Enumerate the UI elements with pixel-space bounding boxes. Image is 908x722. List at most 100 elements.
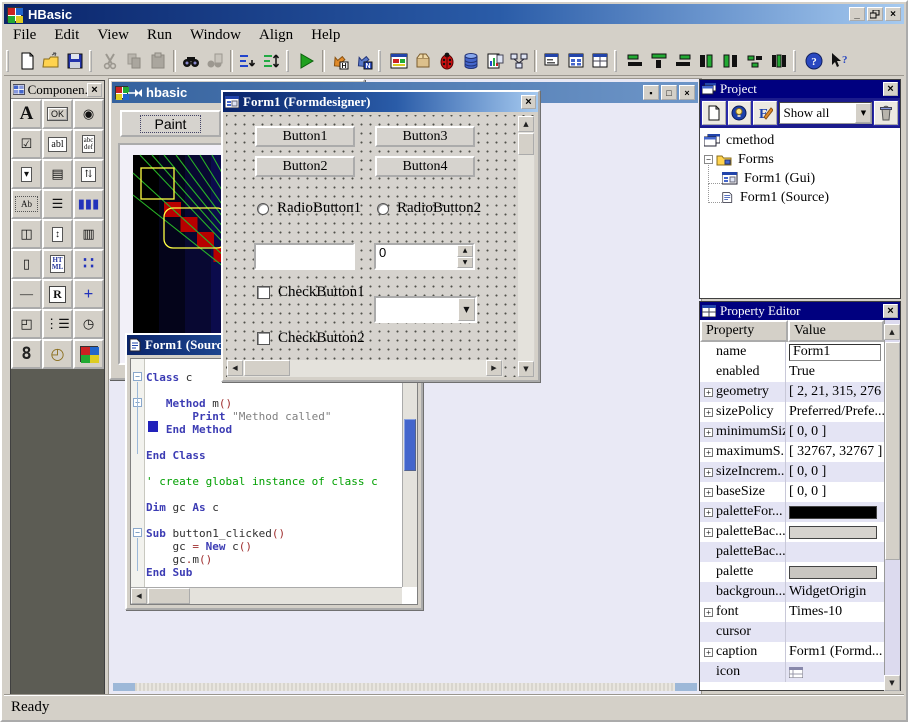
window-columns-icon[interactable]	[588, 49, 612, 73]
line-edit-component-icon[interactable]: abl	[42, 129, 73, 159]
designed-button2[interactable]: Button2	[255, 156, 355, 177]
fold-collapse-icon[interactable]: −	[133, 372, 142, 381]
property-scrollbar[interactable]: ▲ ▼	[884, 320, 900, 690]
property-row-caption[interactable]: +captionForm1 (Formd...	[700, 642, 884, 662]
property-row-name[interactable]: nameForm1	[700, 342, 884, 362]
run-icon[interactable]	[295, 49, 319, 73]
code-area[interactable]: Class c Method m() Print "Method called"…	[146, 359, 402, 587]
designer-canvas[interactable]: Button1 Button3 Button2 Button4 RadioBut…	[226, 115, 535, 377]
code-line[interactable]: End Class	[146, 449, 402, 462]
designed-spinbox[interactable]: 0 ▲▼	[374, 243, 475, 270]
expand-icon[interactable]: +	[704, 428, 713, 437]
toolbar-grip[interactable]	[286, 50, 293, 72]
app-resize-strip[interactable]	[113, 683, 697, 691]
menu-help[interactable]: Help	[302, 25, 349, 46]
find-in-files-icon[interactable]	[203, 49, 227, 73]
component-palette-title-bar[interactable]: Componen... ×	[11, 81, 104, 99]
new-file-icon[interactable]	[15, 49, 39, 73]
designed-radiobutton2[interactable]: RadioButton2	[377, 200, 481, 217]
align-top-icon[interactable]	[647, 49, 671, 73]
expand-icon[interactable]: +	[704, 468, 713, 477]
align-left-icon[interactable]	[623, 49, 647, 73]
spin-box-component-icon[interactable]: ⇅	[73, 159, 104, 189]
multi-line-edit-component-icon[interactable]: abc def	[73, 129, 104, 159]
code-line[interactable]: End Sub	[146, 566, 402, 579]
align-bottom-icon[interactable]	[695, 49, 719, 73]
cut-icon[interactable]	[98, 49, 122, 73]
code-line[interactable]: Method m()	[146, 397, 402, 410]
color-swatch[interactable]	[789, 506, 877, 519]
widget-stack-component-icon[interactable]: ▯	[11, 249, 42, 279]
project-edit-icon[interactable]: E	[753, 101, 777, 125]
collapse-icon[interactable]: −	[704, 155, 713, 164]
minimize-button[interactable]: _	[849, 7, 865, 21]
designer-close-icon[interactable]: ×	[521, 95, 536, 109]
tree-item-cmethod[interactable]: cmethod	[700, 131, 900, 150]
property-row-paletteBac[interactable]: paletteBac...	[700, 542, 884, 562]
line-component-icon[interactable]: —	[11, 279, 42, 309]
paint-button[interactable]: Paint	[120, 110, 221, 137]
expand-icon[interactable]: +	[704, 608, 713, 617]
project-filter-select[interactable]: Show all ▼	[779, 102, 873, 124]
toolbar-grip[interactable]	[89, 50, 96, 72]
expand-icon[interactable]: +	[704, 448, 713, 457]
menu-view[interactable]: View	[88, 25, 138, 46]
window-grid-icon[interactable]	[564, 49, 588, 73]
diagram-icon[interactable]	[507, 49, 531, 73]
property-row-cursor[interactable]: cursor	[700, 622, 884, 642]
designed-button3[interactable]: Button3	[375, 126, 475, 147]
tree-item-form1-source[interactable]: Form1 (Source)	[700, 188, 900, 207]
form-designer-icon[interactable]	[387, 49, 411, 73]
property-row-sizeIncrem[interactable]: +sizeIncrem...[ 0, 0 ]	[700, 462, 884, 482]
expand-icon[interactable]: +	[704, 528, 713, 537]
code-line[interactable]	[146, 462, 402, 475]
property-editor-close-icon[interactable]: ×	[883, 304, 898, 318]
label-component-icon[interactable]: A	[11, 99, 42, 129]
debug-icon[interactable]	[435, 49, 459, 73]
radio-button-component-icon[interactable]: ◉	[73, 99, 104, 129]
code-line[interactable]	[146, 488, 402, 501]
menu-edit[interactable]: Edit	[45, 25, 88, 46]
copy-icon[interactable]	[122, 49, 146, 73]
group-box-component-icon[interactable]: Ab	[11, 189, 42, 219]
designed-radiobutton1[interactable]: RadioButton1	[257, 200, 361, 217]
tree-item-form1-gui[interactable]: Form1 (Gui)	[700, 169, 900, 188]
designer-vscrollbar[interactable]: ▲ ▼	[518, 116, 534, 377]
dial-component-icon[interactable]: ◷	[73, 309, 104, 339]
save-icon[interactable]	[63, 49, 87, 73]
scroll-view-component-icon[interactable]: ▥	[73, 219, 104, 249]
tab-widget-component-icon[interactable]: ◰	[11, 309, 42, 339]
designed-button1[interactable]: Button1	[255, 126, 355, 147]
expand-icon[interactable]: +	[704, 408, 713, 417]
source-hscrollbar[interactable]: ◀	[131, 587, 402, 604]
code-line[interactable]: Sub button1_clicked()	[146, 527, 402, 540]
slider-component-icon[interactable]: ◫	[11, 219, 42, 249]
property-row-geometry[interactable]: +geometry[ 2, 21, 315, 276 ]	[700, 382, 884, 402]
designer-hscrollbar[interactable]: ◀ ▶	[227, 360, 503, 377]
text-view-component-icon[interactable]: R	[42, 279, 73, 309]
lcd-number-component-icon[interactable]: 8	[11, 339, 42, 369]
code-line[interactable]: Print "Method called"	[146, 410, 402, 423]
property-column-header[interactable]: Property	[700, 320, 788, 342]
tree-view-component-icon[interactable]: ⋮☰	[42, 309, 73, 339]
open-file-icon[interactable]	[39, 49, 63, 73]
resize-grip[interactable]	[113, 683, 135, 691]
push-button-component-icon[interactable]: OK	[42, 99, 73, 129]
report-icon[interactable]	[483, 49, 507, 73]
fold-block-marker[interactable]	[148, 421, 158, 432]
menu-file[interactable]: File	[4, 25, 45, 46]
project-close-icon[interactable]: ×	[883, 82, 898, 96]
code-line[interactable]	[146, 436, 402, 449]
app-minimize-icon[interactable]: ▪	[643, 85, 659, 100]
resize-grip[interactable]	[675, 683, 697, 691]
property-row-maximumS[interactable]: +maximumS...[ 32767, 32767 ]	[700, 442, 884, 462]
combo-arrow-icon[interactable]: ▼	[458, 298, 475, 321]
code-line[interactable]: End Method	[146, 423, 402, 436]
toolbar-grip[interactable]	[793, 50, 800, 72]
color-swatch[interactable]	[789, 566, 877, 579]
project-new-icon[interactable]	[702, 101, 726, 125]
app-close-icon[interactable]: ×	[679, 85, 695, 100]
combo-arrow-icon[interactable]: ▼	[855, 103, 871, 123]
insert-lines-icon[interactable]	[236, 49, 260, 73]
help-icon[interactable]: ?	[802, 49, 826, 73]
